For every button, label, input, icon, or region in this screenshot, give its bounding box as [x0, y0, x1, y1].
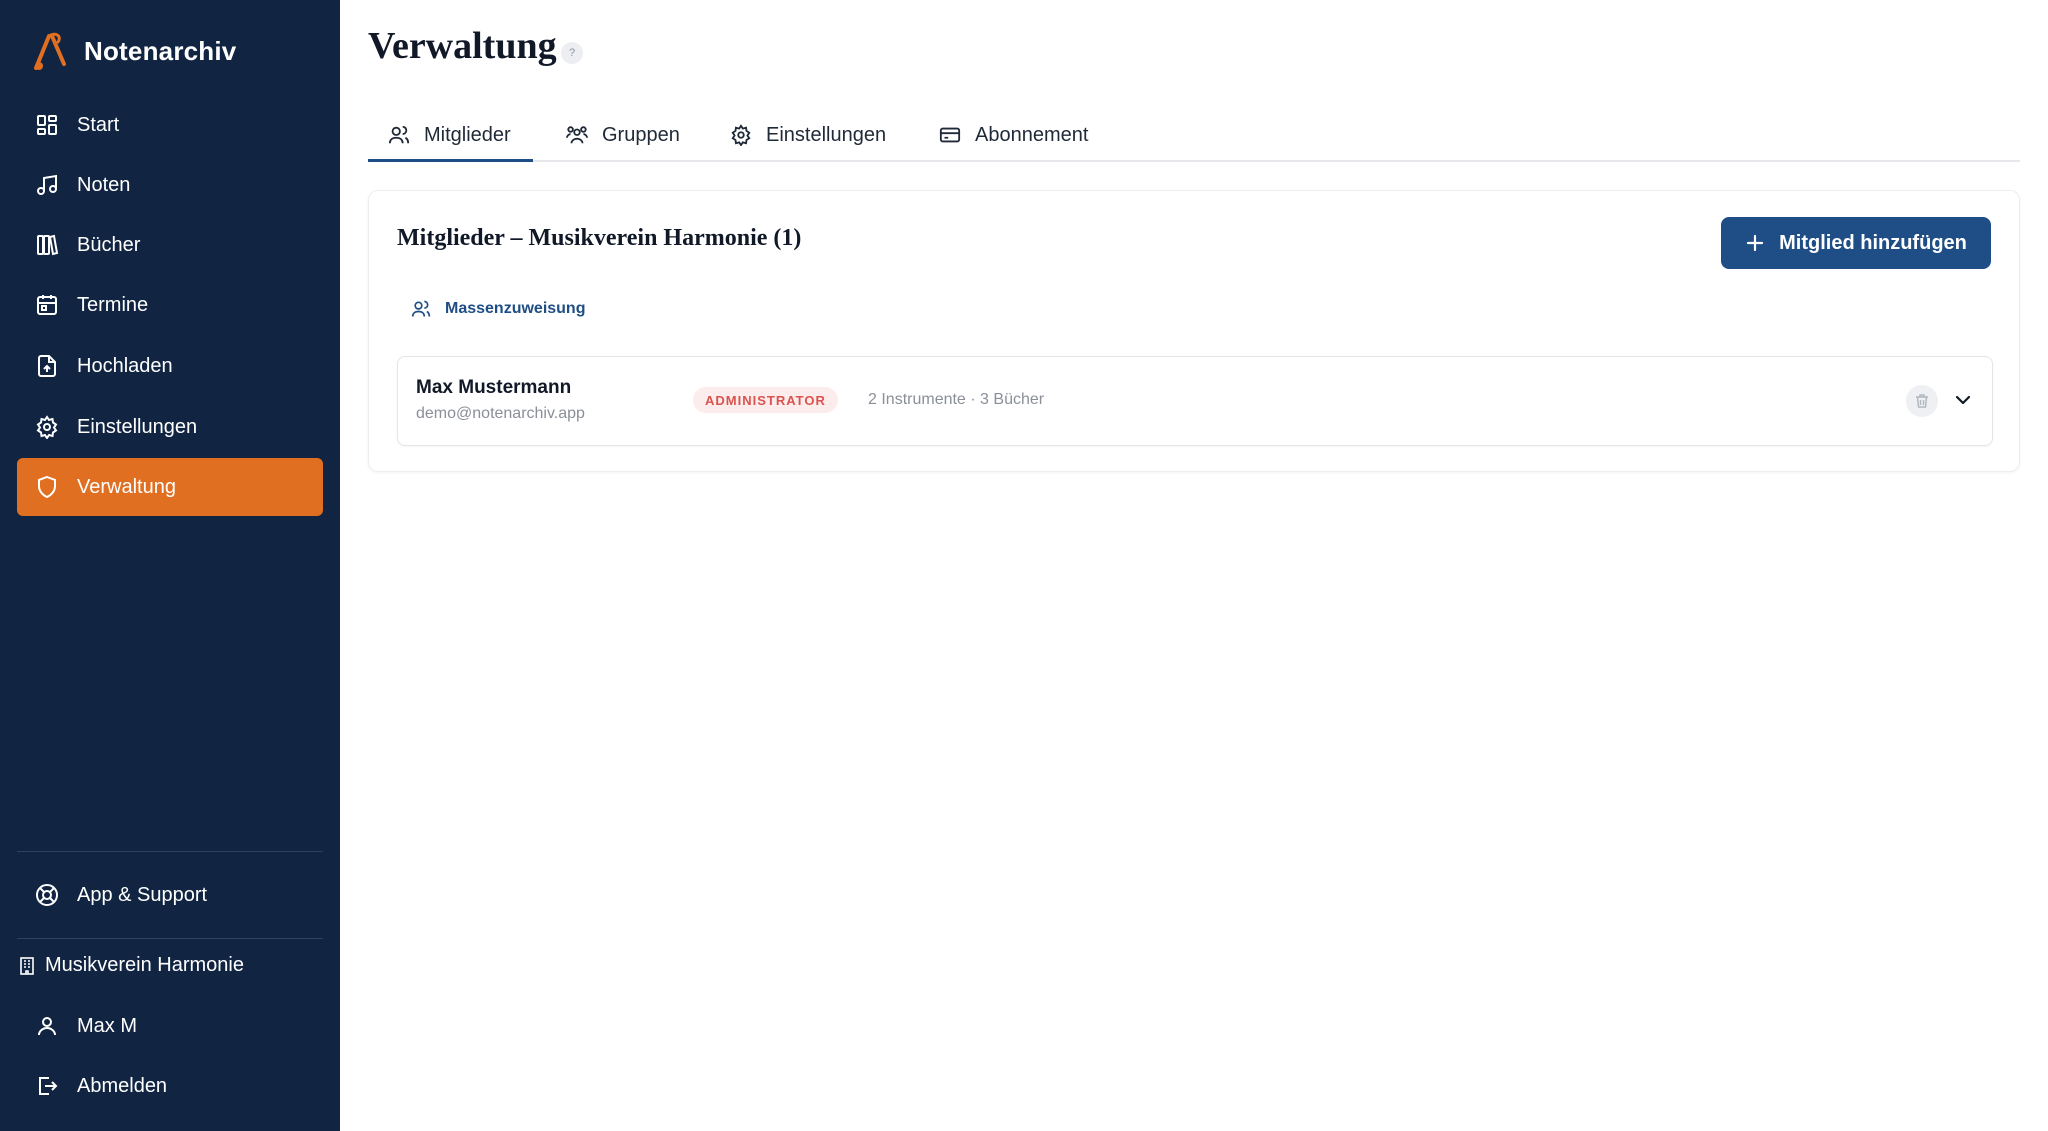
file-upload-icon — [38, 355, 56, 377]
gear-icon — [36, 415, 58, 439]
trash-icon — [1916, 394, 1928, 408]
organization-name: Musikverein Harmonie — [45, 954, 244, 976]
tab-einstellungen[interactable]: Einstellungen — [730, 110, 886, 160]
sidebar-item-user[interactable]: Max M — [17, 997, 323, 1055]
sidebar-item-label: Verwaltung — [77, 475, 176, 498]
brand[interactable]: Notenarchiv — [30, 30, 236, 72]
member-meta: 2 Instrumente · 3 Bücher — [868, 391, 1045, 408]
members-title: Mitglieder – Musikverein Harmonie (1) — [397, 225, 802, 251]
sidebar-item-logout[interactable]: Abmelden — [17, 1057, 323, 1115]
main-content: Verwaltung ? Mitglieder Gruppen Einstell… — [340, 0, 2048, 1131]
sidebar-item-label: Abmelden — [77, 1074, 168, 1097]
sidebar-item-termine[interactable]: Termine — [17, 276, 323, 334]
add-member-label: Mitglied hinzufügen — [1779, 231, 1967, 254]
logout-icon — [39, 1077, 58, 1095]
sidebar-item-label: Termine — [77, 293, 149, 316]
shield-icon — [38, 475, 56, 499]
plus-icon — [1747, 234, 1764, 252]
tab-abonnement[interactable]: Abonnement — [939, 110, 1088, 160]
sidebar-item-label: Einstellungen — [77, 415, 198, 438]
app-name: Notenarchiv — [84, 35, 237, 66]
role-badge: ADMINISTRATOR — [693, 387, 838, 413]
users-icon — [411, 300, 431, 317]
sidebar-item-hochladen[interactable]: Hochladen — [17, 337, 323, 395]
sidebar: Notenarchiv Start Noten Bücher Termine H… — [0, 0, 340, 1131]
sidebar-item-buecher[interactable]: Bücher — [17, 216, 323, 274]
gear-icon — [731, 124, 751, 146]
mass-assign-link[interactable]: Massenzuweisung — [411, 299, 585, 319]
tab-label: Mitglieder — [424, 123, 511, 146]
organization-switcher[interactable]: Musikverein Harmonie — [17, 954, 244, 977]
page-title: Verwaltung — [368, 25, 557, 67]
calendar-icon — [37, 295, 57, 315]
sidebar-item-start[interactable]: Start — [17, 96, 323, 154]
user-icon — [38, 1017, 56, 1036]
tab-gruppen[interactable]: Gruppen — [566, 110, 680, 160]
sidebar-item-label: Hochladen — [77, 354, 173, 377]
help-badge[interactable]: ? — [561, 42, 583, 64]
sidebar-item-noten[interactable]: Noten — [17, 156, 323, 214]
sidebar-item-label: Bücher — [77, 233, 141, 256]
sidebar-item-einstellungen[interactable]: Einstellungen — [17, 398, 323, 456]
add-member-button[interactable]: Mitglied hinzufügen — [1721, 217, 1991, 269]
sidebar-item-label: Start — [77, 113, 120, 136]
delete-member-button[interactable] — [1906, 385, 1938, 417]
tab-bar: Mitglieder Gruppen Einstellungen Abonnem… — [368, 110, 2020, 162]
tab-label: Gruppen — [602, 123, 680, 146]
dashboard-icon — [37, 115, 57, 135]
mass-assign-label: Massenzuweisung — [445, 300, 586, 317]
member-name: Max Mustermann — [416, 377, 572, 398]
credit-card-icon — [939, 127, 961, 143]
members-card: Mitglieder – Musikverein Harmonie (1) Mi… — [368, 190, 2020, 472]
group-icon — [566, 126, 588, 144]
sidebar-item-label: App & Support — [77, 883, 208, 906]
member-email: demo@notenarchiv.app — [416, 405, 585, 422]
tab-label: Abonnement — [975, 123, 1089, 146]
users-icon — [388, 125, 410, 144]
tab-label: Einstellungen — [766, 123, 887, 146]
sidebar-item-label: Max M — [77, 1014, 137, 1037]
music-note-icon — [37, 174, 57, 195]
sidebar-divider — [17, 851, 323, 852]
chevron-down-icon[interactable] — [1952, 389, 1974, 411]
notenarchiv-logo-icon — [34, 32, 66, 70]
sidebar-item-label: Noten — [77, 173, 131, 196]
sidebar-item-app-support[interactable]: App & Support — [17, 866, 323, 924]
sidebar-divider — [17, 938, 323, 939]
lifebuoy-icon — [36, 884, 58, 906]
building-icon — [20, 956, 34, 975]
sidebar-item-verwaltung[interactable]: Verwaltung — [17, 458, 323, 516]
member-row[interactable]: Max Mustermann demo@notenarchiv.app ADMI… — [397, 356, 1993, 446]
tab-mitglieder[interactable]: Mitglieder — [368, 110, 533, 162]
books-icon — [37, 234, 59, 256]
